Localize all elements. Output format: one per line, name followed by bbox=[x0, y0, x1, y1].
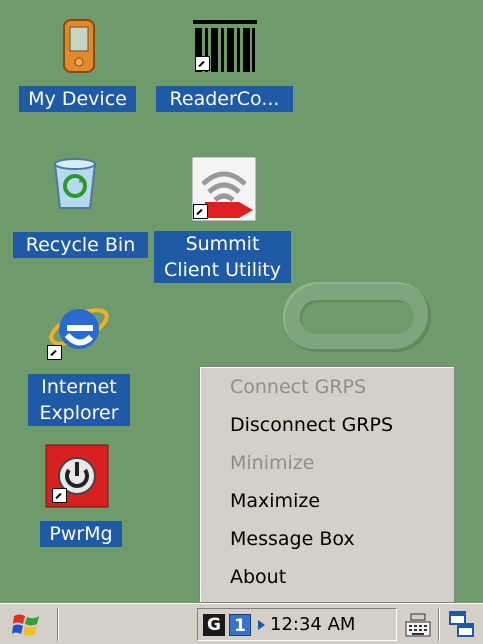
menu-item-message-box[interactable]: Message Box bbox=[230, 526, 355, 552]
desktop-icon-label-line2: Explorer bbox=[28, 400, 130, 426]
desktop-icon-pwrmg[interactable]: PwrMg bbox=[0, 440, 150, 555]
desktop-icon-label-line2: Client Utility bbox=[154, 257, 291, 283]
windows-flag-icon bbox=[12, 614, 39, 636]
menu-item-disconnect-grps[interactable]: Disconnect GRPS bbox=[230, 412, 393, 438]
menu-item-minimize[interactable]: Minimize bbox=[230, 450, 314, 476]
desktop-icon-label-line1: Internet bbox=[28, 374, 130, 400]
shortcut-arrow-icon bbox=[193, 204, 208, 219]
desktop-icon-summit-client-utility[interactable]: Summit Client Utility bbox=[150, 150, 300, 290]
desktop-icon-label: Recycle Bin bbox=[13, 232, 148, 258]
desktop-icon-label-line1: Summit bbox=[154, 231, 291, 257]
desktop-icon-label: PwrMg bbox=[40, 521, 122, 547]
taskbar-separator bbox=[438, 608, 440, 641]
keyboard-icon bbox=[405, 613, 431, 637]
desktop-icon-label: ReaderCo... bbox=[156, 86, 293, 112]
desktop-icon-internet-explorer[interactable]: Internet Explorer bbox=[0, 295, 150, 435]
system-tray: G 1 12:34 AM bbox=[197, 608, 397, 641]
input-mode-icon[interactable]: 1 bbox=[229, 614, 251, 636]
pda-device-icon bbox=[63, 19, 95, 73]
context-menu: Connect GRPS Disconnect GRPS Minimize Ma… bbox=[199, 366, 455, 603]
clock[interactable]: 12:34 AM bbox=[270, 613, 355, 637]
start-button[interactable] bbox=[4, 608, 50, 641]
desktop-icon-my-device[interactable]: My Device bbox=[0, 0, 150, 125]
taskbar-separator bbox=[57, 608, 59, 641]
menu-item-maximize[interactable]: Maximize bbox=[230, 488, 320, 514]
switch-windows-button[interactable] bbox=[443, 608, 481, 641]
desktop-icon-recycle-bin[interactable]: Recycle Bin bbox=[0, 150, 150, 265]
switch-windows-icon bbox=[449, 611, 474, 637]
keyboard-button[interactable] bbox=[400, 608, 436, 641]
menu-item-connect-grps[interactable]: Connect GRPS bbox=[230, 374, 366, 400]
shortcut-arrow-icon bbox=[47, 345, 62, 360]
taskbar: G 1 12:34 AM bbox=[0, 603, 483, 644]
menu-item-about[interactable]: About bbox=[230, 564, 286, 590]
desktop-watermark-inner bbox=[300, 300, 414, 334]
tray-arrow-icon[interactable] bbox=[258, 620, 265, 630]
desktop-icon-label: My Device bbox=[19, 86, 136, 112]
desktop-icon-readerco[interactable]: ReaderCo... bbox=[150, 0, 300, 125]
shortcut-arrow-icon bbox=[52, 488, 67, 503]
shortcut-arrow-icon bbox=[195, 56, 210, 71]
gprs-status-icon[interactable]: G bbox=[203, 614, 225, 636]
recycle-bin-icon bbox=[53, 158, 97, 209]
